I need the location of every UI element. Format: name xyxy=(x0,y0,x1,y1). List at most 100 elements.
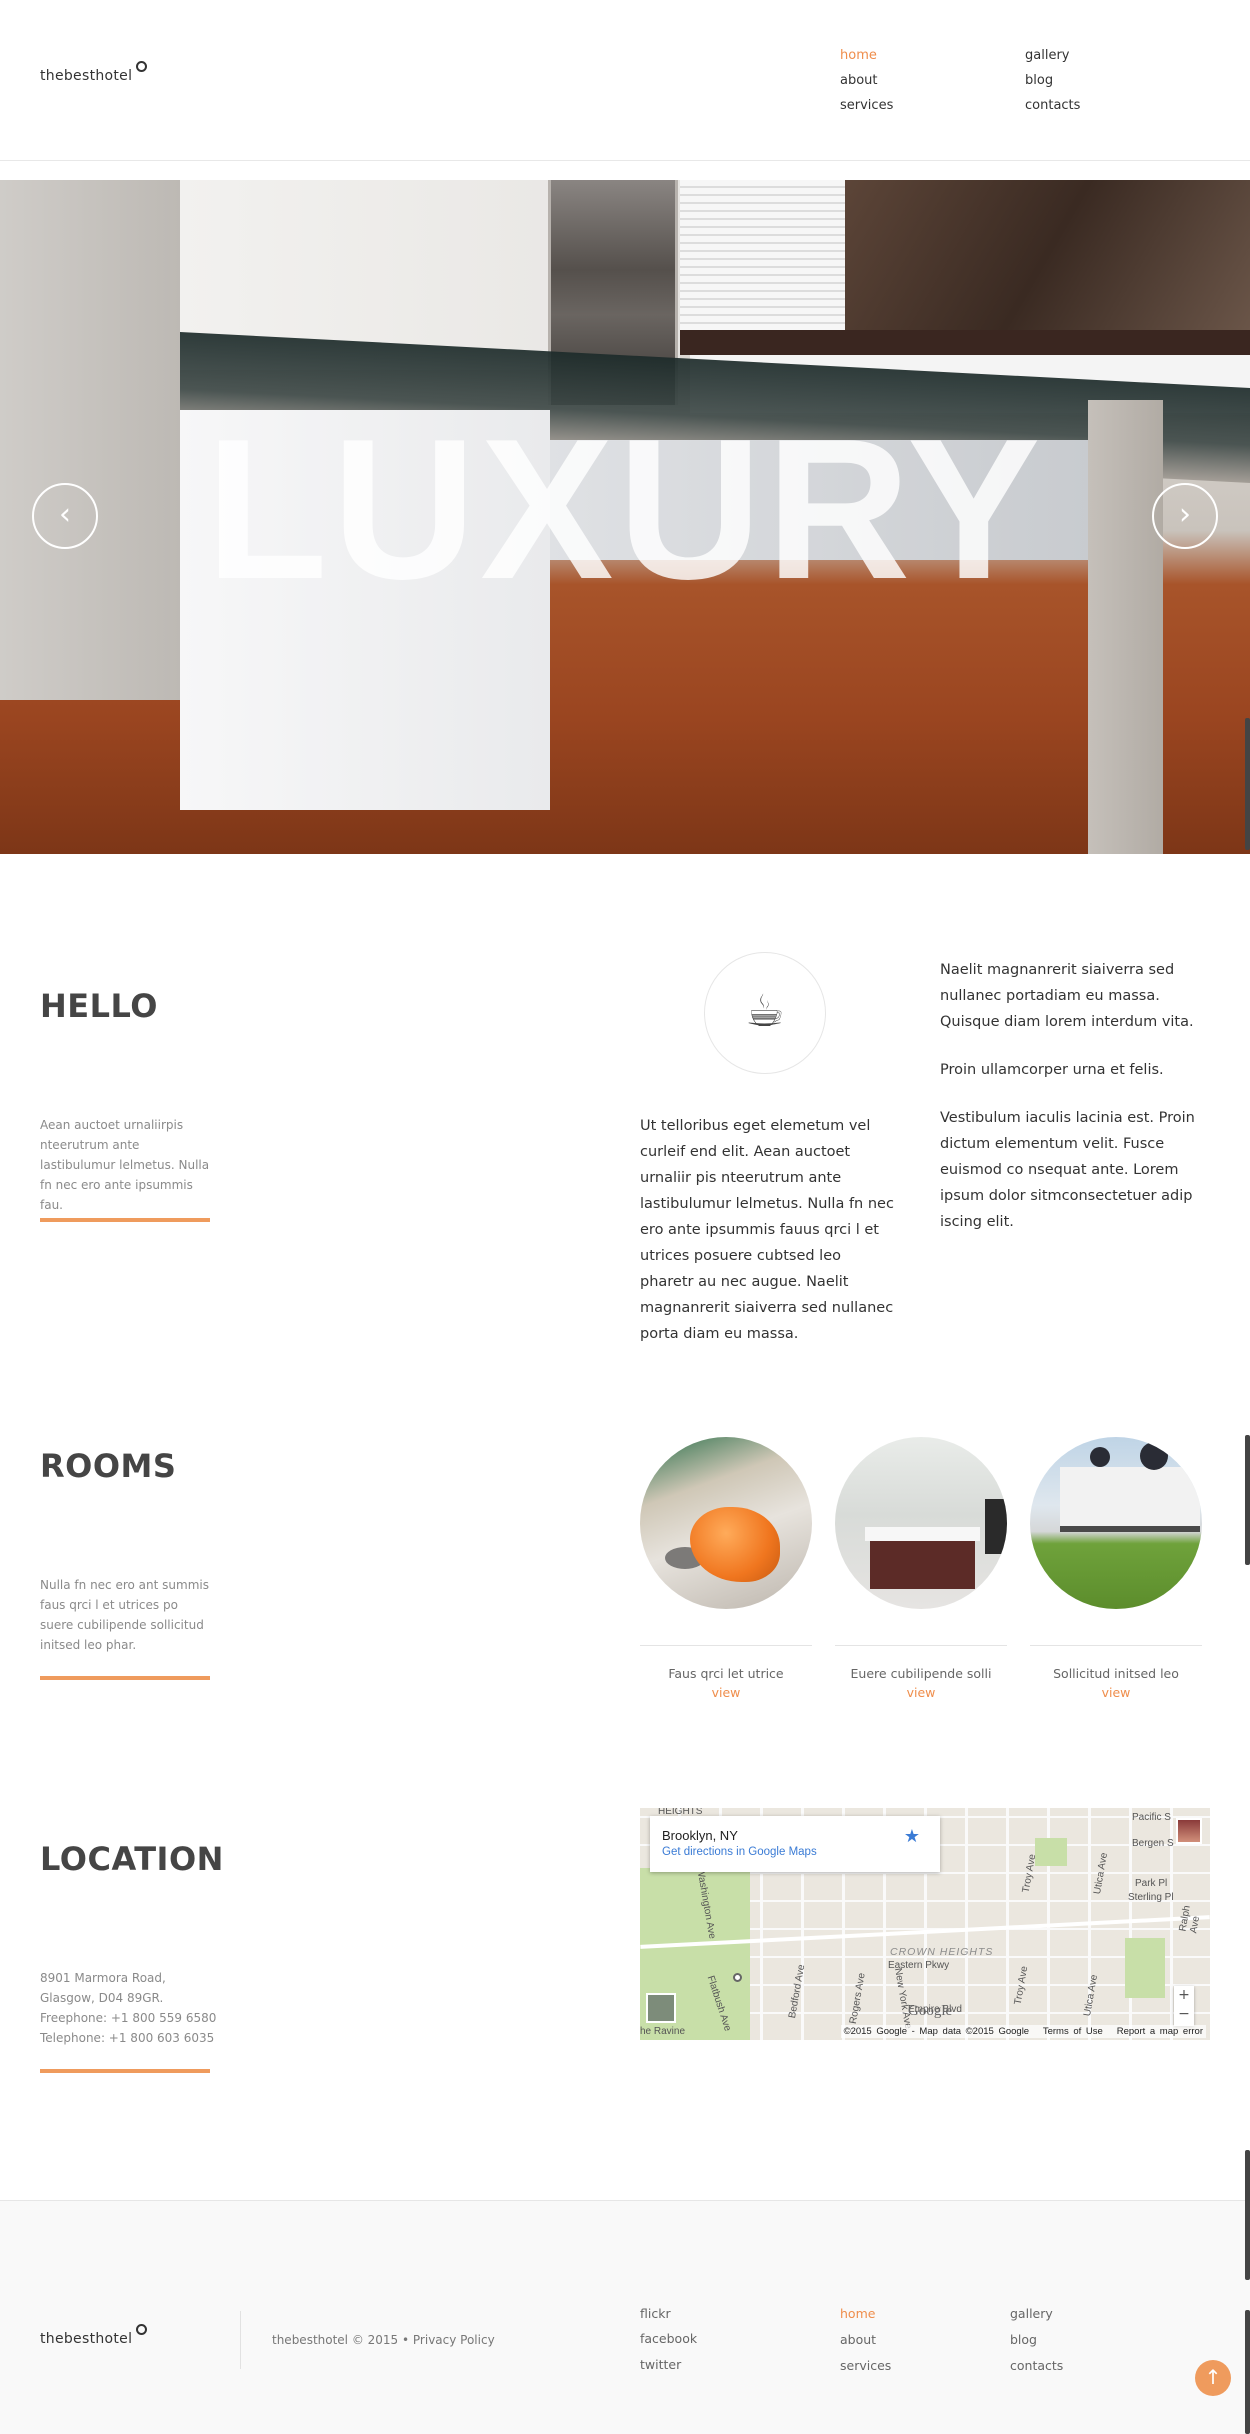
address-line-2: Glasgow, D04 89GR. xyxy=(40,1991,164,2005)
map-label: Troy Ave xyxy=(1012,1965,1031,2006)
site-footer: thebesthotel thebesthotel © 2015 • Priva… xyxy=(0,2200,1250,2434)
nav-blog[interactable]: blog xyxy=(1025,73,1053,88)
hero-title: LUXURY xyxy=(205,398,1045,621)
chevron-left-icon: ‹ xyxy=(59,497,71,532)
logo-mark-icon xyxy=(136,2324,148,2335)
rooms-title: ROOMS xyxy=(40,1447,177,1485)
room-name: Euere cubilipende solli xyxy=(850,1666,992,1681)
slider-prev-button[interactable]: ‹ xyxy=(32,483,98,549)
map-satellite-toggle[interactable] xyxy=(646,1993,676,2023)
map-label: Rogers Ave xyxy=(847,1972,868,2025)
room-view-link[interactable]: view xyxy=(640,1685,812,1700)
footer-social-twitter[interactable]: twitter xyxy=(640,2357,681,2372)
footer-nav-home[interactable]: home xyxy=(840,2306,875,2321)
map-label: Bedford Ave xyxy=(787,1963,808,2020)
map-report-link[interactable]: Report a map error xyxy=(1117,2026,1203,2037)
room-image-terrace[interactable] xyxy=(640,1437,812,1609)
map-label: Sterling Pl xyxy=(1128,1892,1174,1903)
map-label: Utica Ave xyxy=(1081,1973,1101,2018)
map-directions-link[interactable]: Get directions in Google Maps xyxy=(662,1846,817,1858)
logo-text: thebesthotel xyxy=(40,68,133,84)
footer-nav-services[interactable]: services xyxy=(840,2358,891,2373)
hero-slider: LUXURY ‹ › xyxy=(0,180,1250,854)
zoom-in-button[interactable]: + xyxy=(1174,1986,1194,2005)
room-image-window xyxy=(1090,1447,1110,1467)
hello-paragraph-3: Vestibulum iaculis lacinia est. Proin di… xyxy=(940,1110,1195,1230)
logo-mark-icon xyxy=(136,61,148,72)
coffee-cup-icon: ☕ xyxy=(704,952,826,1074)
room-card: Euere cubilipende solli view xyxy=(835,1437,1007,1700)
nav-home[interactable]: home xyxy=(840,48,877,63)
location-title: LOCATION xyxy=(40,1840,224,1878)
avatar[interactable] xyxy=(1176,1818,1202,1844)
map-label: Utica Ave xyxy=(1091,1851,1111,1896)
footer-social-facebook[interactable]: facebook xyxy=(640,2331,697,2346)
footer-nav-gallery[interactable]: gallery xyxy=(1010,2306,1053,2321)
room-image-towel xyxy=(985,1499,1007,1554)
footer-logo-text: thebesthotel xyxy=(40,2331,133,2347)
scroll-to-top-button[interactable]: ↑ xyxy=(1195,2360,1231,2396)
footer-nav-about[interactable]: about xyxy=(840,2332,876,2347)
address-line-1: 8901 Marmora Road, xyxy=(40,1971,166,1985)
nav-about[interactable]: about xyxy=(840,73,878,88)
map-terms-link[interactable]: Terms of Use xyxy=(1043,2026,1103,2037)
room-view-link[interactable]: view xyxy=(1030,1685,1202,1700)
room-image-counter xyxy=(865,1527,980,1541)
map-pin-icon xyxy=(733,1973,742,1982)
room-view-link[interactable]: view xyxy=(835,1685,1007,1700)
hello-rule xyxy=(40,1218,210,1222)
room-image-exterior[interactable] xyxy=(1030,1437,1202,1609)
room-card: Sollicitud initsed leo view xyxy=(1030,1437,1202,1700)
scrollbar-thumb[interactable] xyxy=(1245,718,1250,850)
footer-nav-blog[interactable]: blog xyxy=(1010,2332,1037,2347)
map-label: Park Pl xyxy=(1135,1878,1168,1889)
arrow-up-icon: ↑ xyxy=(1204,2365,1222,2389)
map-place-name: Brooklyn, NY xyxy=(662,1828,738,1843)
location-address: 8901 Marmora Road, Glasgow, D04 89GR. Fr… xyxy=(40,1968,240,2048)
map-district-label: CROWN HEIGHTS xyxy=(890,1946,994,1958)
room-divider xyxy=(640,1645,812,1646)
google-map[interactable]: HEIGHTS Eastern Pkwy Empire Blvd Washing… xyxy=(640,1808,1210,2040)
scrollbar-thumb[interactable] xyxy=(1245,2310,1250,2434)
nav-services[interactable]: services xyxy=(840,98,893,113)
slider-next-button[interactable]: › xyxy=(1152,483,1218,549)
map-label: Pacific S xyxy=(1132,1812,1171,1823)
room-image-vanity xyxy=(870,1541,975,1589)
hello-paragraph-main: Ut telloribus eget elemetum vel curleif … xyxy=(640,1118,894,1342)
hero-photo-counter xyxy=(680,330,1250,355)
footer-copyright[interactable]: thebesthotel © 2015 • Privacy Policy xyxy=(272,2333,495,2347)
chevron-right-icon: › xyxy=(1179,497,1191,532)
hello-description: Aean auctoet urnaliirpis nteerutrum ante… xyxy=(40,1118,210,1212)
zoom-out-button[interactable]: − xyxy=(1174,2005,1194,2024)
telephone: Telephone: +1 800 603 6035 xyxy=(40,2031,215,2045)
map-park xyxy=(1035,1838,1067,1866)
map-label: Ralph Ave xyxy=(1177,1904,1203,1935)
nav-gallery[interactable]: gallery xyxy=(1025,48,1069,63)
site-logo[interactable]: thebesthotel xyxy=(40,61,148,84)
room-image-window xyxy=(1140,1442,1168,1470)
freephone: Freephone: +1 800 559 6580 xyxy=(40,2011,217,2025)
google-logo: Google xyxy=(908,2003,953,2019)
star-icon[interactable]: ★ xyxy=(904,1826,920,1847)
room-image-bathroom[interactable] xyxy=(835,1437,1007,1609)
map-zoom-control: + − xyxy=(1174,1986,1194,2026)
site-header: thebesthotel home about services gallery… xyxy=(0,0,1250,161)
room-name: Faus qrci let utrice xyxy=(668,1666,784,1681)
map-copyright: ©2015 Google - Map data ©2015 Google xyxy=(843,2026,1030,2037)
hero-photo-backsplash xyxy=(845,180,1250,330)
scrollbar-thumb[interactable] xyxy=(1245,1435,1250,1565)
room-divider xyxy=(1030,1645,1202,1646)
room-name: Sollicitud initsed leo xyxy=(1053,1666,1179,1681)
room-card: Faus qrci let utrice view xyxy=(640,1437,812,1700)
footer-logo[interactable]: thebesthotel xyxy=(40,2324,148,2347)
map-label: Bergen S xyxy=(1132,1838,1174,1849)
rooms-description: Nulla fn nec ero ant summis faus qrci l … xyxy=(40,1578,209,1652)
rooms-rule xyxy=(40,1676,210,1680)
room-image-chair xyxy=(690,1507,780,1582)
footer-social-flickr[interactable]: flickr xyxy=(640,2306,671,2321)
scrollbar-thumb[interactable] xyxy=(1245,2150,1250,2280)
map-info-window: Brooklyn, NY Get directions in Google Ma… xyxy=(650,1816,940,1872)
map-label: Troy Ave xyxy=(1020,1853,1039,1894)
nav-contacts[interactable]: contacts xyxy=(1025,98,1080,113)
footer-nav-contacts[interactable]: contacts xyxy=(1010,2358,1063,2373)
